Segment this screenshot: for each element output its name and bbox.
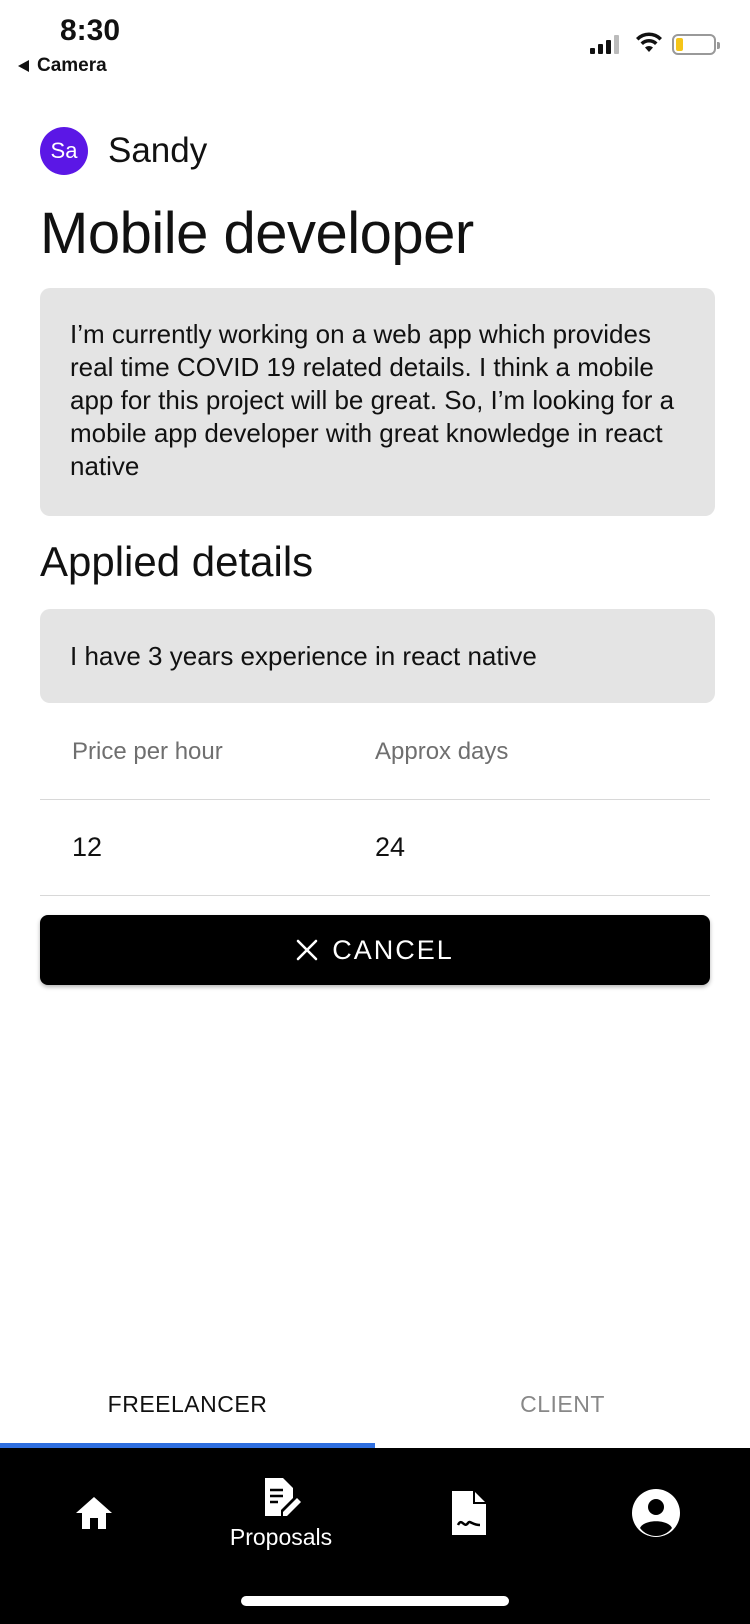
nav-account[interactable] — [562, 1448, 750, 1578]
battery-icon — [672, 34, 720, 55]
back-triangle-icon — [18, 60, 29, 72]
avatar: Sa — [40, 127, 88, 175]
applied-message: I have 3 years experience in react nativ… — [40, 609, 715, 703]
table-header-row: Price per hour Approx days — [40, 704, 710, 800]
header-price-per-hour: Price per hour — [72, 737, 223, 765]
bottom-navigation: Proposals — [0, 1448, 750, 1624]
proposal-icon — [265, 1477, 301, 1516]
account-icon — [632, 1489, 680, 1537]
cancel-button-label: CANCEL — [332, 934, 454, 965]
cancel-button[interactable]: CANCEL — [40, 915, 710, 985]
approx-days-value: 24 — [375, 832, 406, 862]
tab-client[interactable]: CLIENT — [375, 1360, 750, 1448]
nav-home[interactable] — [0, 1448, 188, 1578]
back-to-app-label: Camera — [37, 55, 107, 76]
home-icon — [76, 1497, 112, 1529]
nav-proposals-label: Proposals — [229, 1523, 333, 1550]
nav-proposals[interactable]: Proposals — [187, 1448, 375, 1578]
header-approx-days: Approx days — [375, 737, 509, 765]
user-header: Sa Sandy — [40, 127, 207, 175]
role-tabs: FREELANCER CLIENT — [0, 1360, 750, 1448]
applied-table: Price per hour Approx days 12 24 — [40, 704, 710, 896]
status-time: 8:30 — [60, 14, 121, 47]
table-row: 12 24 — [40, 800, 710, 896]
tab-freelancer[interactable]: FREELANCER — [0, 1360, 375, 1448]
nav-contracts[interactable] — [375, 1448, 563, 1578]
close-icon — [296, 939, 318, 961]
contract-icon — [452, 1491, 486, 1535]
wifi-icon — [636, 32, 662, 52]
back-to-app-link[interactable]: Camera — [18, 55, 107, 77]
applied-details-title: Applied details — [40, 538, 314, 585]
price-per-hour-value: 12 — [72, 832, 103, 862]
status-bar: 8:30 Camera — [0, 0, 750, 86]
user-name: Sandy — [108, 131, 208, 170]
job-description: I’m currently working on a web app which… — [40, 288, 715, 516]
home-indicator[interactable] — [241, 1596, 509, 1606]
cellular-signal-icon — [590, 34, 619, 54]
page-title: Mobile developer — [40, 201, 474, 266]
